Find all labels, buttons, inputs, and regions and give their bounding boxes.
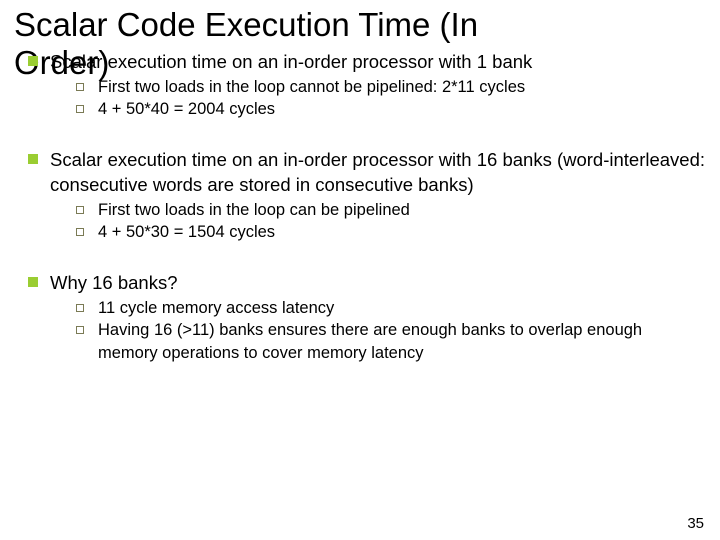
bullet-text: Scalar execution time on an in-order pro…: [50, 148, 706, 196]
sub-bullet-list: First two loads in the loop cannot be pi…: [14, 76, 706, 121]
title-line-1: Scalar Code Execution Time (In: [14, 6, 478, 43]
sub-bullet-list: First two loads in the loop can be pipel…: [14, 199, 706, 244]
sub-bullet-text: 4 + 50*40 = 2004 cycles: [98, 98, 275, 120]
bullet-level2: 4 + 50*40 = 2004 cycles: [14, 98, 706, 120]
page-number: 35: [687, 515, 704, 532]
bullet-text: Scalar execution time on an in-order pro…: [50, 50, 532, 74]
sub-bullet-text: 11 cycle memory access latency: [98, 297, 334, 319]
bullet-level2: First two loads in the loop can be pipel…: [14, 199, 706, 221]
bullet-level1: Scalar execution time on an in-order pro…: [14, 148, 706, 196]
hollow-square-bullet-icon: [76, 228, 84, 236]
bullet-level1: Scalar execution time on an in-order pro…: [14, 50, 706, 74]
hollow-square-bullet-icon: [76, 105, 84, 113]
square-bullet-icon: [28, 154, 38, 164]
hollow-square-bullet-icon: [76, 206, 84, 214]
bullet-text: Why 16 banks?: [50, 271, 178, 295]
sub-bullet-text: 4 + 50*30 = 1504 cycles: [98, 221, 275, 243]
bullet-level2: 11 cycle memory access latency: [14, 297, 706, 319]
sub-bullet-text: First two loads in the loop can be pipel…: [98, 199, 410, 221]
hollow-square-bullet-icon: [76, 304, 84, 312]
bullet-level2: 4 + 50*30 = 1504 cycles: [14, 221, 706, 243]
sub-bullet-list: 11 cycle memory access latency Having 16…: [14, 297, 706, 364]
bullet-level1: Why 16 banks?: [14, 271, 706, 295]
bullet-level2: First two loads in the loop cannot be pi…: [14, 76, 706, 98]
square-bullet-icon: [28, 56, 38, 66]
bullet-level2: Having 16 (>11) banks ensures there are …: [14, 319, 706, 364]
square-bullet-icon: [28, 277, 38, 287]
hollow-square-bullet-icon: [76, 326, 84, 334]
hollow-square-bullet-icon: [76, 83, 84, 91]
sub-bullet-text: First two loads in the loop cannot be pi…: [98, 76, 525, 98]
sub-bullet-text: Having 16 (>11) banks ensures there are …: [98, 319, 706, 364]
slide-body: Scalar execution time on an in-order pro…: [0, 50, 720, 364]
